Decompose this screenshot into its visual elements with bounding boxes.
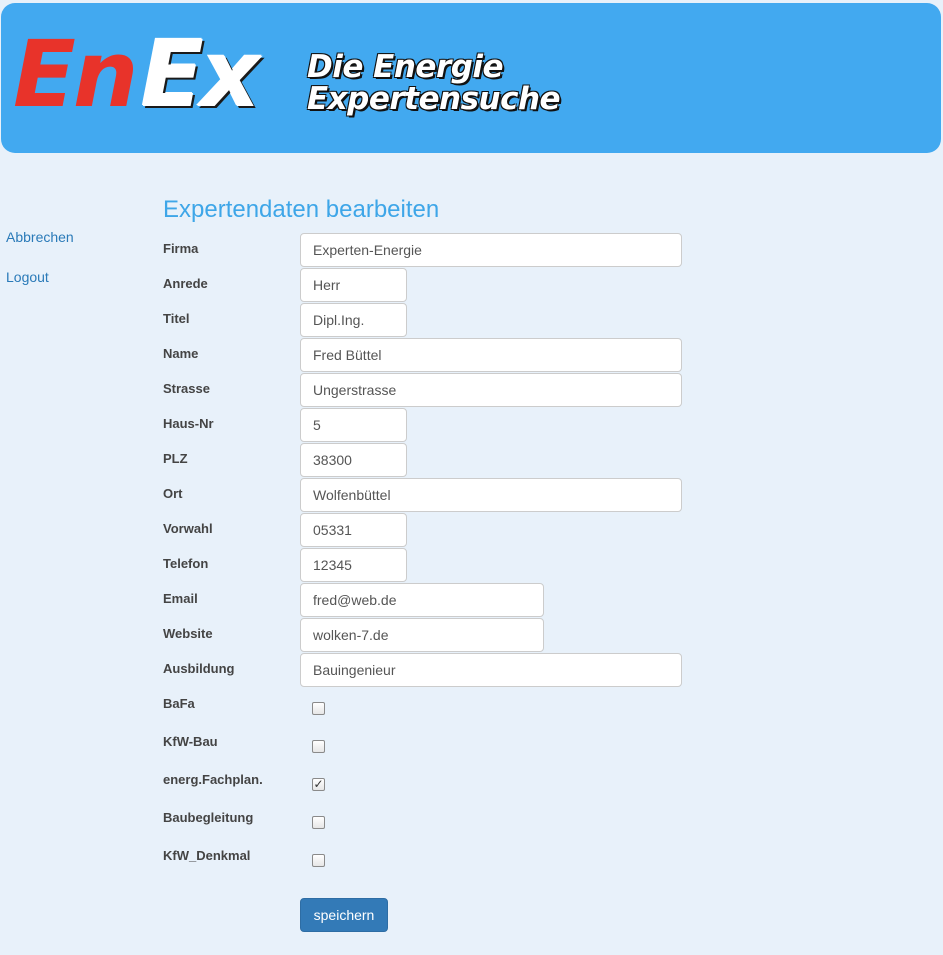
website-label: Website	[163, 626, 213, 641]
strasse-label: Strasse	[163, 381, 210, 396]
plz-label: PLZ	[163, 451, 188, 466]
ort-label: Ort	[163, 486, 183, 501]
website-input[interactable]	[300, 618, 544, 652]
titel-label: Titel	[163, 311, 190, 326]
baubegleitung-checkbox[interactable]	[312, 816, 325, 829]
kfw-denkmal-label: KfW_Denkmal	[163, 848, 251, 863]
ausbildung-label: Ausbildung	[163, 661, 235, 676]
save-button[interactable]: speichern	[300, 898, 388, 932]
vorwahl-label: Vorwahl	[163, 521, 213, 536]
logo-ex-text: Ex	[141, 21, 260, 128]
baubegleitung-label: Baubegleitung	[163, 810, 254, 825]
telefon-label: Telefon	[163, 556, 209, 571]
hausnr-input[interactable]	[300, 408, 407, 442]
slogan-line-1: Die Energie	[307, 49, 504, 85]
name-input[interactable]	[300, 338, 682, 372]
hausnr-label: Haus-Nr	[163, 416, 214, 431]
titel-input[interactable]	[300, 303, 407, 337]
slogan-line-2: Expertensuche	[307, 81, 561, 117]
telefon-input[interactable]	[300, 548, 407, 582]
bafa-label: BaFa	[163, 696, 195, 711]
vorwahl-input[interactable]	[300, 513, 407, 547]
strasse-input[interactable]	[300, 373, 682, 407]
page-title: Expertendaten bearbeiten	[163, 196, 440, 223]
email-label: Email	[163, 591, 198, 606]
cancel-link[interactable]: Abbrechen	[6, 229, 74, 245]
kfw-denkmal-checkbox[interactable]	[312, 854, 325, 867]
kfw-bau-label: KfW-Bau	[163, 734, 218, 749]
plz-input[interactable]	[300, 443, 407, 477]
name-label: Name	[163, 346, 199, 361]
logout-link[interactable]: Logout	[6, 269, 49, 285]
header-banner: En Ex Die Energie Expertensuche	[1, 3, 941, 153]
energ-fachplan-label: energ.Fachplan.	[163, 772, 263, 787]
bafa-checkbox[interactable]	[312, 702, 325, 715]
firma-label: Firma	[163, 241, 199, 256]
firma-input[interactable]	[300, 233, 682, 267]
anrede-input[interactable]	[300, 268, 407, 302]
anrede-label: Anrede	[163, 276, 208, 291]
ort-input[interactable]	[300, 478, 682, 512]
logo-en-text: En	[13, 21, 138, 128]
email-input[interactable]	[300, 583, 544, 617]
energ-fachplan-checkbox[interactable]: ✓	[312, 777, 325, 791]
kfw-bau-checkbox[interactable]	[312, 740, 325, 753]
checkmark-icon: ✓	[313, 777, 324, 791]
ausbildung-input[interactable]	[300, 653, 682, 687]
